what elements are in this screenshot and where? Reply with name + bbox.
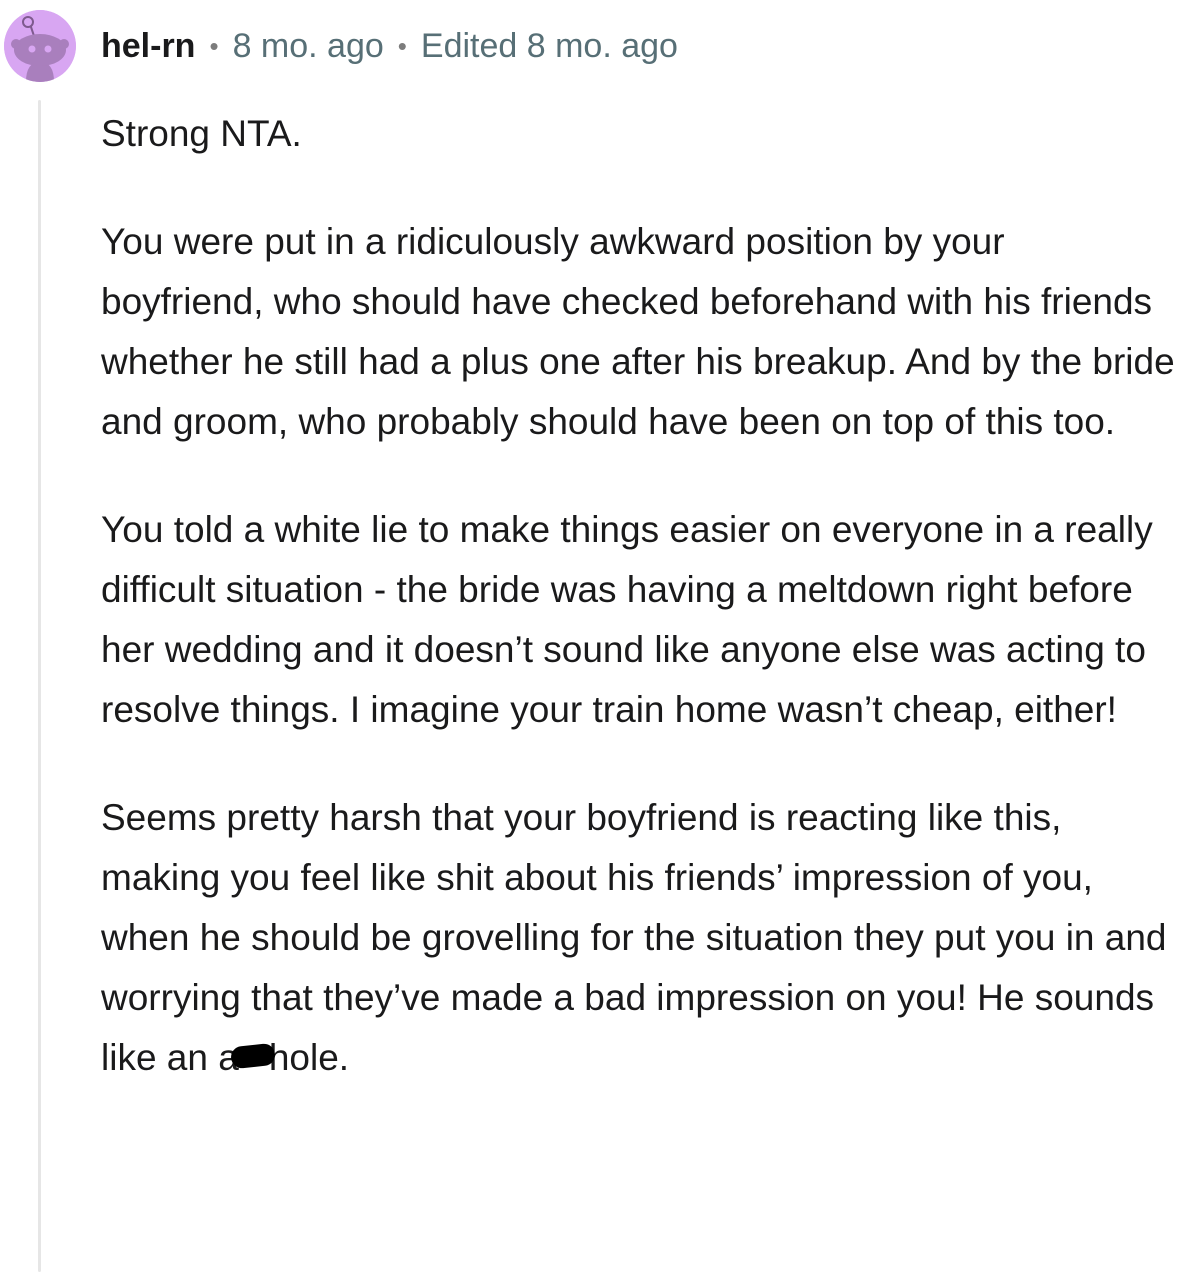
comment-body: Strong NTA. You were put in a ridiculous… — [101, 104, 1176, 1088]
comment-paragraph: You were put in a ridiculously awkward p… — [101, 221, 1175, 442]
separator-dot: • — [397, 30, 407, 61]
censored-word-end: hole. — [268, 1037, 350, 1078]
separator-dot: • — [209, 30, 219, 61]
username-link[interactable]: hel-rn — [101, 27, 195, 66]
reddit-snoo-avatar-icon — [4, 10, 76, 82]
thread-collapse-line[interactable] — [38, 100, 41, 1272]
edited-timestamp: Edited 8 mo. ago — [420, 26, 678, 65]
user-avatar[interactable] — [4, 10, 76, 82]
comment-paragraph: You told a white lie to make things easi… — [101, 509, 1153, 730]
comment-timestamp: 8 mo. ago — [232, 26, 384, 65]
comment-header: hel-rn • 8 mo. ago • Edited 8 mo. ago — [101, 24, 678, 68]
comment-paragraph: Strong NTA. — [101, 113, 302, 154]
comment-paragraph-text: Seems pretty harsh that your boyfriend i… — [101, 797, 1167, 1078]
comment-paragraph: Seems pretty harsh that your boyfriend i… — [101, 788, 1176, 1088]
comment: hel-rn • 8 mo. ago • Edited 8 mo. ago St… — [0, 0, 1178, 1272]
